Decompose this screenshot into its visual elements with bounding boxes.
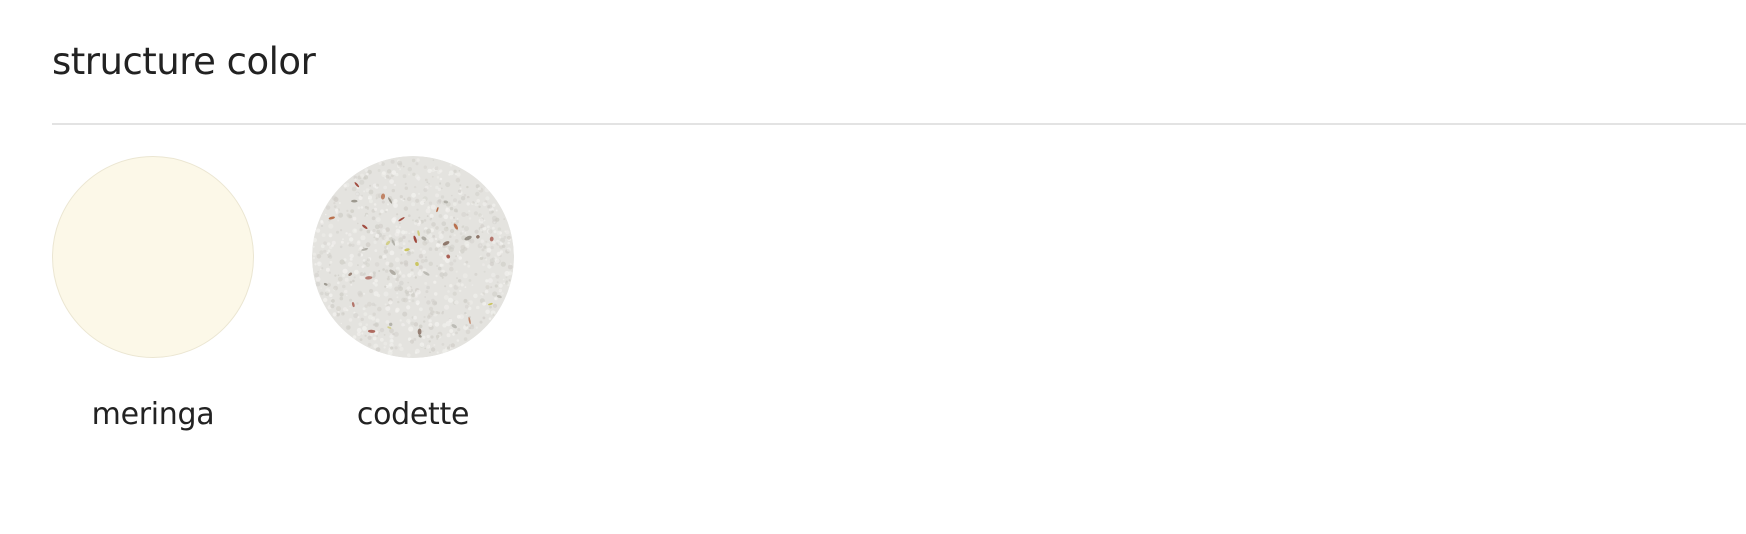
codette-speckle-texture	[312, 156, 514, 358]
swatch-label-codette: codette	[356, 397, 470, 432]
swatch-list: meringa codette	[52, 156, 514, 430]
swatch-codette[interactable]: codette	[312, 156, 514, 430]
codette-texture-circle[interactable]	[312, 156, 514, 358]
swatch-label-meringa: meringa	[91, 397, 215, 432]
divider	[52, 123, 1746, 125]
section-title: structure color	[52, 40, 316, 83]
structure-color-section: structure color meringa codette	[52, 0, 1746, 534]
swatch-meringa[interactable]: meringa	[52, 156, 254, 430]
meringa-color-circle[interactable]	[52, 156, 254, 358]
